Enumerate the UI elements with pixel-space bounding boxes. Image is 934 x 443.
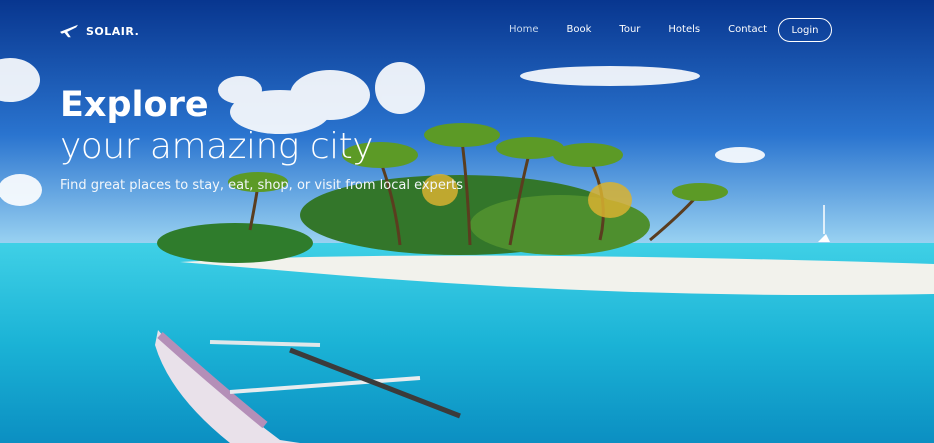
brand-name: SOLAIR. (86, 24, 140, 38)
top-navigation: SOLAIR. Home Book Tour Hotels Contact Lo… (0, 0, 934, 62)
nav-contact[interactable]: Contact (728, 24, 767, 35)
nav-home[interactable]: Home (509, 24, 539, 35)
nav-book[interactable]: Book (567, 24, 592, 35)
nav-links: Home Book Tour Hotels Contact (509, 24, 795, 35)
airplane-icon (60, 24, 78, 38)
headline-light: your amazing city (60, 126, 374, 167)
hero-subtitle: Find great places to stay, eat, shop, or… (60, 178, 464, 193)
headline-bold: Explore (60, 85, 209, 125)
hero-text: Explore your amazing city Find great pla… (60, 84, 463, 193)
nav-hotels[interactable]: Hotels (668, 24, 700, 35)
brand-logo[interactable]: SOLAIR. (58, 22, 139, 40)
tropical-island-background (0, 0, 934, 443)
nav-tour[interactable]: Tour (619, 24, 640, 35)
login-button[interactable]: Login (778, 18, 832, 42)
hero-section: SOLAIR. Home Book Tour Hotels Contact Lo… (0, 0, 934, 443)
